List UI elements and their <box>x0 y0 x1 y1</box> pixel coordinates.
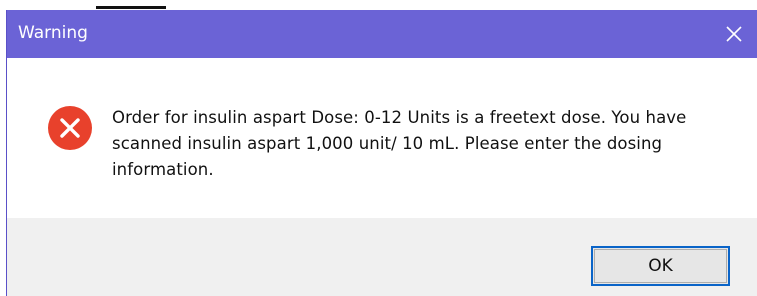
background-underline <box>96 6 166 9</box>
dialog-message: Order for insulin aspart Dose: 0-12 Unit… <box>112 108 687 179</box>
ok-button-label: OK <box>594 249 727 283</box>
dialog-titlebar[interactable]: Warning <box>7 10 757 58</box>
warning-dialog: Warning Order for insulin aspart Dose: 0… <box>6 10 757 296</box>
dialog-footer: OK <box>7 218 757 296</box>
close-button[interactable] <box>711 10 757 58</box>
background-window-fragment <box>0 0 757 10</box>
dialog-content: Order for insulin aspart Dose: 0-12 Unit… <box>7 58 757 218</box>
dialog-title: Warning <box>18 23 88 43</box>
ok-button[interactable]: OK <box>591 246 730 286</box>
error-icon <box>47 105 93 151</box>
close-icon <box>726 26 742 42</box>
